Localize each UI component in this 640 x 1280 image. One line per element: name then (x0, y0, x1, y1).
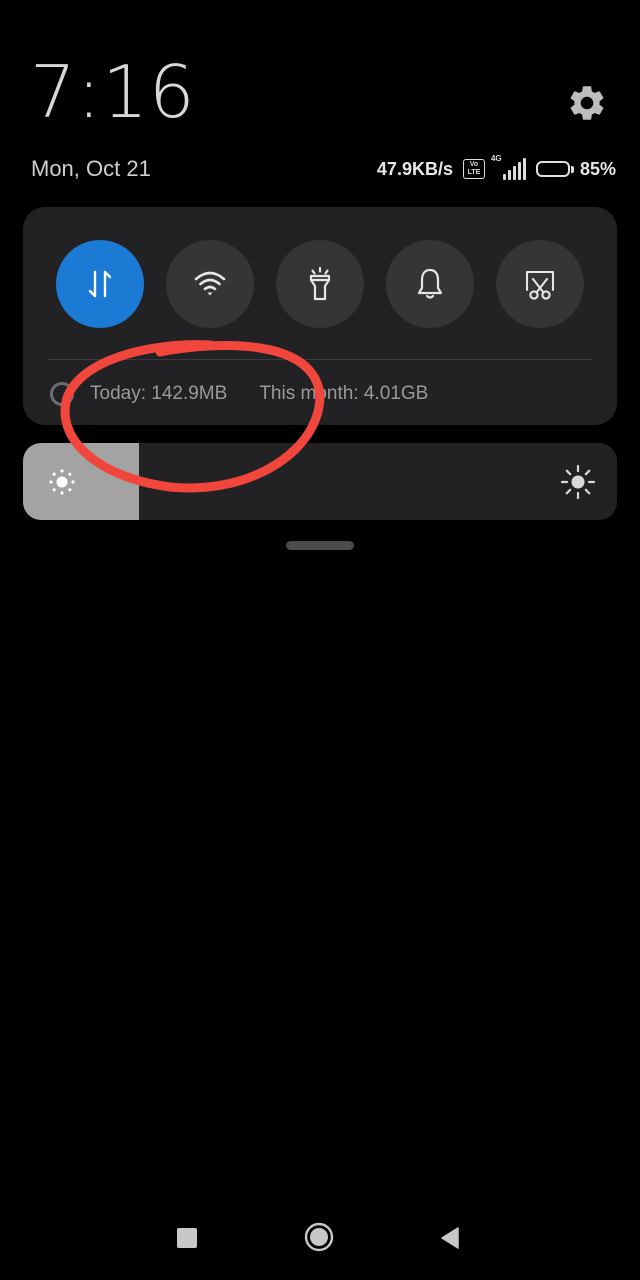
settings-gear-icon[interactable] (566, 82, 608, 124)
brightness-slider[interactable] (23, 443, 617, 520)
date-label[interactable]: Mon, Oct 21 (31, 156, 151, 182)
flashlight-toggle[interactable] (276, 240, 364, 328)
network-speed: 47.9KB/s (376, 158, 453, 179)
flashlight-icon (309, 266, 331, 301)
signal-strength-icon: 4G (491, 154, 526, 180)
notification-shade: 7:16 Mon, Oct 21 47.9KB/s Vo LTE 4G 85% (0, 0, 640, 1280)
data-usage-month: This month: 4.01GB (259, 383, 429, 404)
brightness-level-fill (23, 443, 139, 520)
home-button[interactable] (304, 1222, 334, 1252)
data-usage-icon (50, 382, 74, 406)
status-bar: 47.9KB/s Vo LTE 4G 85% (376, 154, 616, 182)
sound-toggle[interactable] (386, 240, 474, 328)
screenshot-toggle[interactable] (496, 240, 584, 328)
clock[interactable]: 7:16 (30, 56, 196, 128)
battery-percent: 85% (579, 158, 616, 179)
volte-top-label: Vo (469, 161, 479, 168)
network-type-label: 4G (490, 154, 502, 163)
panel-divider (48, 359, 592, 360)
wifi-icon (194, 271, 226, 296)
brightness-high-icon (560, 464, 596, 500)
screenshot-scissors-icon (525, 270, 555, 300)
volte-bottom-label: LTE (467, 169, 481, 176)
battery-icon (535, 161, 574, 177)
mobile-data-toggle[interactable] (56, 240, 144, 328)
back-button[interactable] (438, 1226, 462, 1250)
quick-settings-panel: Today: 142.9MB This month: 4.01GB (23, 207, 617, 425)
quick-toggles-row (56, 240, 584, 328)
bell-icon (417, 268, 443, 299)
data-usage-row[interactable]: Today: 142.9MB This month: 4.01GB (50, 379, 428, 409)
data-usage-today: Today: 142.9MB (90, 383, 228, 404)
volte-icon: Vo LTE (462, 159, 485, 179)
shade-drag-handle[interactable] (286, 541, 354, 550)
wifi-toggle[interactable] (166, 240, 254, 328)
data-arrows-icon (88, 270, 112, 298)
recents-button[interactable] (177, 1228, 197, 1248)
brightness-low-icon (49, 469, 75, 495)
